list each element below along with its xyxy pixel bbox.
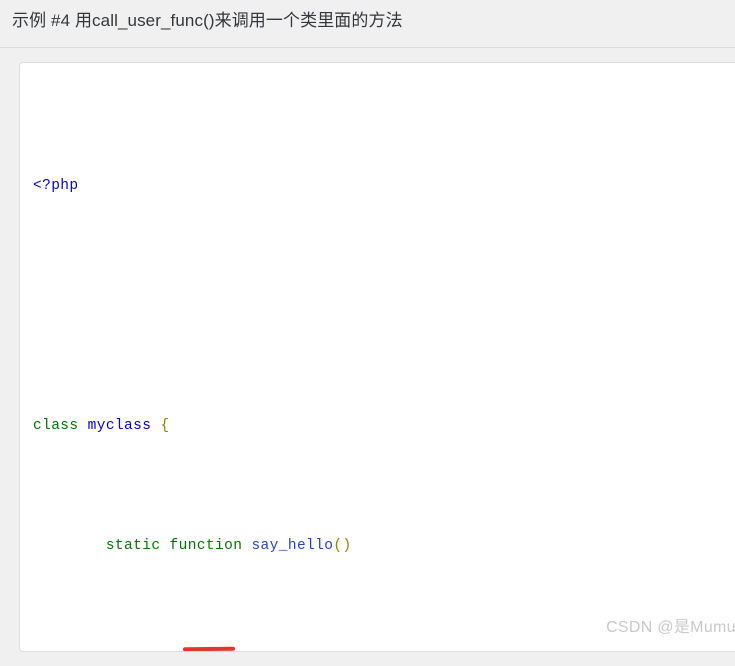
- token-keyword-function: function: [169, 538, 243, 554]
- code-block[interactable]: <?php class myclass { static function sa…: [19, 62, 735, 652]
- token-brace-open: {: [151, 418, 170, 434]
- token-keyword-class: class: [33, 418, 79, 434]
- code-listing: <?php class myclass { static function sa…: [33, 81, 552, 652]
- page-title: 示例 #4 用call_user_func()来调用一个类里面的方法: [12, 11, 403, 30]
- code-line: static function say_hello(): [33, 531, 552, 561]
- content-area: <?php class myclass { static function sa…: [0, 48, 735, 666]
- red-underline-annotation: [182, 646, 236, 651]
- code-line: {: [33, 651, 552, 652]
- code-line: <?php: [33, 171, 552, 201]
- code-line: class myclass {: [33, 411, 552, 441]
- token-open-tag: <?php: [33, 178, 79, 194]
- token-method-name: say_hello: [251, 538, 334, 554]
- token-class-name: myclass: [87, 418, 152, 434]
- header-band: 示例 #4 用call_user_func()来调用一个类里面的方法: [0, 0, 735, 48]
- token-keyword-static: static: [105, 538, 161, 554]
- token-parens: (): [333, 538, 352, 554]
- csdn-watermark: CSDN @是Mumuzi: [606, 619, 735, 636]
